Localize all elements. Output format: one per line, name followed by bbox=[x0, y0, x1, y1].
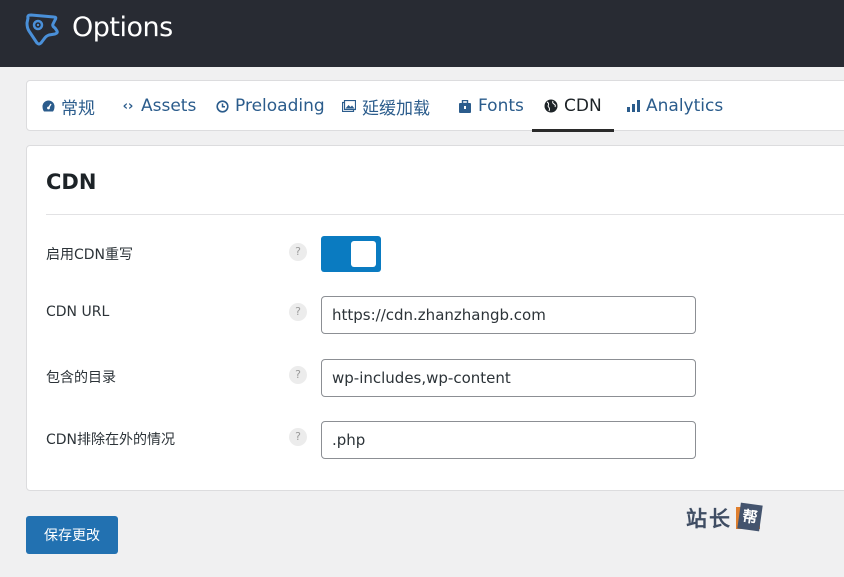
bar-chart-icon bbox=[626, 99, 640, 113]
toggle-knob bbox=[351, 241, 376, 267]
help-icon[interactable]: ? bbox=[289, 366, 307, 384]
tab-lazy-loading[interactable]: 延缓加载 bbox=[342, 81, 430, 131]
cdn-settings-panel: CDN 启用CDN重写 ? CDN URL ? 包含的目录 ? CDN排除在外的… bbox=[26, 145, 844, 491]
top-bar: Options bbox=[0, 0, 844, 67]
logo-icon bbox=[25, 13, 59, 46]
help-icon[interactable]: ? bbox=[289, 243, 307, 261]
watermark-logo: 站长 帮 bbox=[686, 502, 764, 533]
cdn-url-label: CDN URL bbox=[46, 304, 110, 320]
tab-cdn[interactable]: CDN bbox=[532, 81, 614, 132]
watermark-badge: 帮 bbox=[734, 502, 764, 532]
tab-analytics[interactable]: Analytics bbox=[626, 81, 723, 131]
included-directories-input[interactable] bbox=[321, 359, 696, 397]
code-brackets-icon: ‹› bbox=[122, 98, 134, 114]
watermark-badge-text: 帮 bbox=[737, 502, 763, 532]
tab-label: Fonts bbox=[478, 96, 524, 116]
tab-general[interactable]: 常规 bbox=[41, 81, 95, 131]
tab-label: 常规 bbox=[61, 98, 95, 119]
tab-bar: 常规 ‹› Assets Preloading 延缓加载 Fonts CDN A… bbox=[26, 80, 844, 132]
clock-icon bbox=[215, 99, 229, 113]
enable-cdn-rewrite-toggle[interactable] bbox=[321, 236, 381, 272]
help-icon[interactable]: ? bbox=[289, 428, 307, 446]
app-title: Options bbox=[72, 12, 173, 43]
tab-fonts[interactable]: Fonts bbox=[458, 81, 524, 131]
globe-icon bbox=[544, 99, 558, 113]
cdn-url-input[interactable] bbox=[321, 296, 696, 334]
enable-cdn-rewrite-label: 启用CDN重写 bbox=[46, 247, 134, 263]
tab-preloading[interactable]: Preloading bbox=[215, 81, 325, 131]
section-divider bbox=[46, 214, 844, 215]
tab-label: 延缓加载 bbox=[362, 98, 430, 119]
briefcase-icon bbox=[458, 99, 472, 113]
save-changes-button[interactable]: 保存更改 bbox=[26, 516, 118, 554]
cdn-exclusions-input[interactable] bbox=[321, 421, 696, 459]
dashboard-gauge-icon bbox=[41, 99, 55, 113]
tab-assets[interactable]: ‹› Assets bbox=[121, 81, 197, 131]
tab-label: Analytics bbox=[646, 96, 724, 116]
tab-label: Assets bbox=[141, 96, 197, 116]
images-icon bbox=[342, 99, 356, 113]
tab-label: CDN bbox=[564, 96, 602, 116]
help-icon[interactable]: ? bbox=[289, 303, 307, 321]
section-title: CDN bbox=[46, 170, 97, 194]
watermark-text: 站长 bbox=[686, 507, 732, 531]
cdn-exclusions-label: CDN排除在外的情况 bbox=[46, 432, 176, 448]
tab-label: Preloading bbox=[235, 96, 325, 116]
included-directories-label: 包含的目录 bbox=[46, 370, 116, 386]
